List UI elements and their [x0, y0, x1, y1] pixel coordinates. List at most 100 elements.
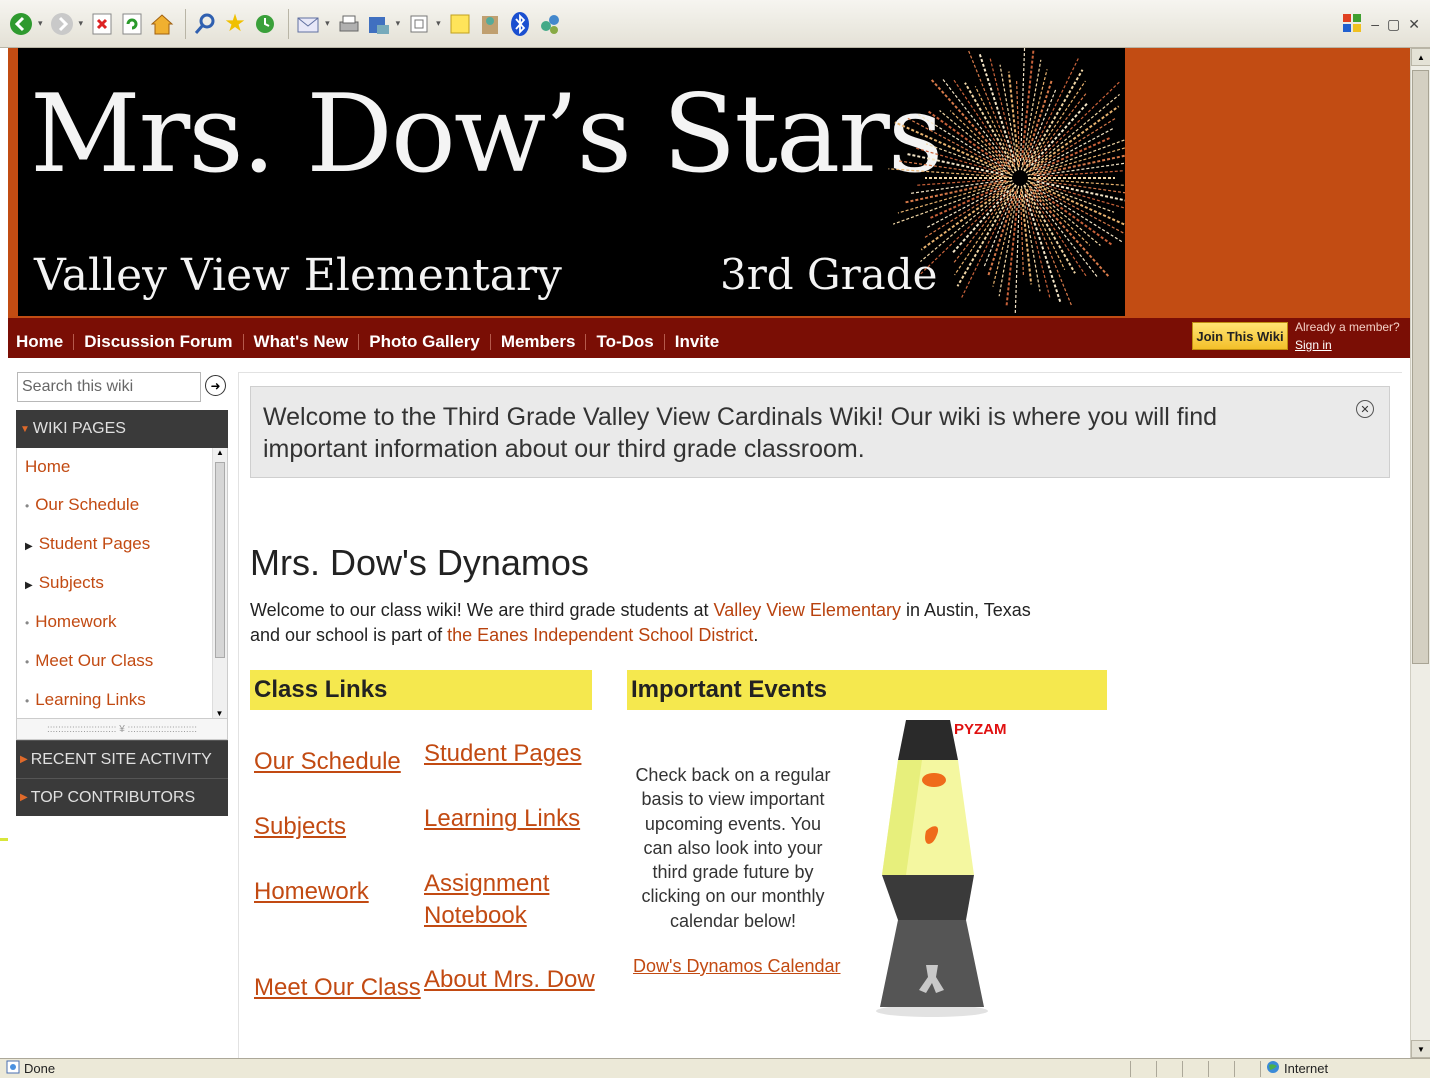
status-cell: [1260, 1061, 1261, 1077]
link-our-schedule[interactable]: Our Schedule: [254, 746, 401, 778]
refresh-icon[interactable]: [119, 11, 145, 37]
status-cell: [1182, 1061, 1183, 1077]
lava-lamp-image: [876, 720, 988, 1017]
mail-dropdown-icon[interactable]: ▾: [325, 18, 330, 29]
calendar-link[interactable]: Dow's Dynamos Calendar: [633, 956, 841, 977]
recent-activity-header[interactable]: ▶ RECENT SITE ACTIVITY: [16, 740, 228, 778]
globe-icon: [1266, 1060, 1280, 1077]
firework-streak: [905, 116, 1008, 172]
class-links-heading: Class Links: [250, 670, 592, 710]
scroll-up-icon[interactable]: ▲: [1411, 48, 1430, 66]
wiki-search-input[interactable]: Search this wiki: [17, 372, 201, 402]
wiki-pages-list: Home • Our Schedule ▶ Student Pages ▶ Subje…: [16, 448, 228, 718]
nav-separator: [358, 334, 360, 350]
nav-photo-gallery[interactable]: Photo Gallery: [369, 332, 480, 352]
close-icon[interactable]: ✕: [1356, 400, 1374, 418]
link-student-pages[interactable]: Student Pages: [424, 738, 581, 770]
sign-in-link[interactable]: Sign in: [1295, 338, 1332, 352]
wiki-page-home[interactable]: Home: [25, 457, 70, 477]
link-assignment-line[interactable]: Assignment: [424, 868, 549, 900]
edit-dropdown-icon[interactable]: ▾: [396, 18, 401, 29]
recent-activity-heading: RECENT SITE ACTIVITY: [30, 750, 212, 768]
search-icon[interactable]: [192, 11, 218, 37]
caret-right-icon: ▶: [20, 754, 28, 765]
edit-icon[interactable]: [366, 11, 392, 37]
zoom-dropdown-icon[interactable]: ▾: [436, 18, 441, 29]
search-go-icon[interactable]: ➜: [205, 375, 226, 396]
status-cell: [1208, 1061, 1209, 1077]
nav-home[interactable]: Home: [16, 332, 63, 352]
bullet-icon: •: [25, 499, 30, 513]
scrollbar-thumb[interactable]: [1412, 70, 1429, 664]
wiki-page-student-pages[interactable]: ▶ Student Pages: [25, 534, 150, 554]
link-learning-links[interactable]: Learning Links: [424, 803, 580, 835]
wiki-page-subjects[interactable]: ▶ Subjects: [25, 573, 104, 593]
forward-dropdown-icon[interactable]: ▾: [79, 18, 84, 29]
list-scroll-thumb[interactable]: [215, 462, 225, 658]
expand-arrow-icon[interactable]: ▶: [25, 580, 33, 591]
join-wiki-button[interactable]: Join This Wiki: [1192, 322, 1288, 350]
top-contributors-heading: TOP CONTRIBUTORS: [30, 788, 196, 806]
list-scroll-down-icon[interactable]: ▼: [213, 709, 226, 718]
intro-text: .: [753, 625, 759, 645]
link-about-mrs-dow[interactable]: About Mrs. Dow: [424, 964, 595, 996]
close-button[interactable]: ✕: [1408, 16, 1420, 33]
nav-to-dos[interactable]: To-Dos: [596, 332, 653, 352]
page-scrollbar[interactable]: ▲ ▼: [1410, 48, 1430, 1058]
link-homework[interactable]: Homework: [254, 876, 369, 908]
wiki-pages-header[interactable]: ▼ WIKI PAGES: [16, 410, 228, 448]
top-contributors-header[interactable]: ▶ TOP CONTRIBUTORS: [16, 778, 228, 816]
history-icon[interactable]: [252, 11, 278, 37]
nav-separator: [585, 334, 587, 350]
already-member-text: Already a member?: [1295, 320, 1400, 334]
caret-right-icon: ▶: [20, 792, 28, 803]
extras-icon[interactable]: [537, 11, 563, 37]
valley-view-link[interactable]: Valley View Elementary: [714, 600, 901, 620]
mail-icon[interactable]: [295, 11, 321, 37]
page-label: Student Pages: [38, 534, 151, 553]
status-cell: [1234, 1061, 1235, 1077]
list-scroll-up-icon[interactable]: ▲: [213, 448, 227, 457]
grip-pattern: ::::::::::::::::::::::::: ¥ ::::::::::::…: [46, 723, 198, 735]
firework-streak: [1030, 178, 1125, 186]
status-text: Done: [24, 1061, 56, 1076]
firework-streak: [920, 182, 1015, 263]
link-meet-our-class[interactable]: Meet Our Class: [254, 972, 421, 1004]
status-cell: [1156, 1061, 1157, 1077]
restore-button[interactable]: ▢: [1387, 16, 1400, 33]
firework-streak: [941, 78, 1011, 165]
link-subjects[interactable]: Subjects: [254, 811, 346, 843]
firework-streak: [1023, 69, 1084, 172]
firework-streak: [1030, 194, 1087, 277]
messenger-icon[interactable]: [477, 11, 503, 37]
stop-icon[interactable]: [89, 11, 115, 37]
wiki-pages-scrollbar[interactable]: ▲ ▼: [212, 448, 227, 718]
forward-icon[interactable]: [49, 11, 75, 37]
nav-discussion-forum[interactable]: Discussion Forum: [84, 332, 232, 352]
minimize-button[interactable]: –: [1371, 16, 1379, 32]
link-notebook-line[interactable]: Notebook: [424, 900, 549, 932]
wiki-page-homework[interactable]: • Homework: [25, 612, 116, 632]
scroll-down-icon[interactable]: ▼: [1411, 1040, 1430, 1058]
back-dropdown-icon[interactable]: ▾: [38, 18, 43, 29]
expand-arrow-icon[interactable]: ▶: [25, 541, 33, 552]
nav-whats-new[interactable]: What's New: [254, 332, 349, 352]
wiki-page-our-schedule[interactable]: • Our Schedule: [25, 495, 139, 515]
back-icon[interactable]: [8, 11, 34, 37]
pyzam-logo: PYZAM: [954, 721, 1007, 738]
nav-members[interactable]: Members: [501, 332, 576, 352]
wiki-page-learning-links[interactable]: • Learning Links: [25, 690, 146, 710]
notes-icon[interactable]: [447, 11, 473, 37]
eanes-isd-link[interactable]: the Eanes Independent School District: [447, 625, 753, 645]
favorites-icon[interactable]: ★: [222, 10, 248, 37]
nav-invite[interactable]: Invite: [675, 332, 719, 352]
wiki-page-meet-our-class[interactable]: • Meet Our Class: [25, 651, 153, 671]
bluetooth-icon[interactable]: [507, 11, 533, 37]
link-assignment-notebook[interactable]: Assignment Notebook: [424, 868, 549, 932]
print-icon[interactable]: [336, 11, 362, 37]
sidebar-resize-grip[interactable]: ::::::::::::::::::::::::: ¥ ::::::::::::…: [16, 718, 228, 740]
zoom-icon[interactable]: [406, 11, 432, 37]
status-cell: [1130, 1061, 1131, 1077]
wiki-subtitle: Valley View Elementary: [34, 250, 562, 301]
home-icon[interactable]: [149, 11, 175, 37]
